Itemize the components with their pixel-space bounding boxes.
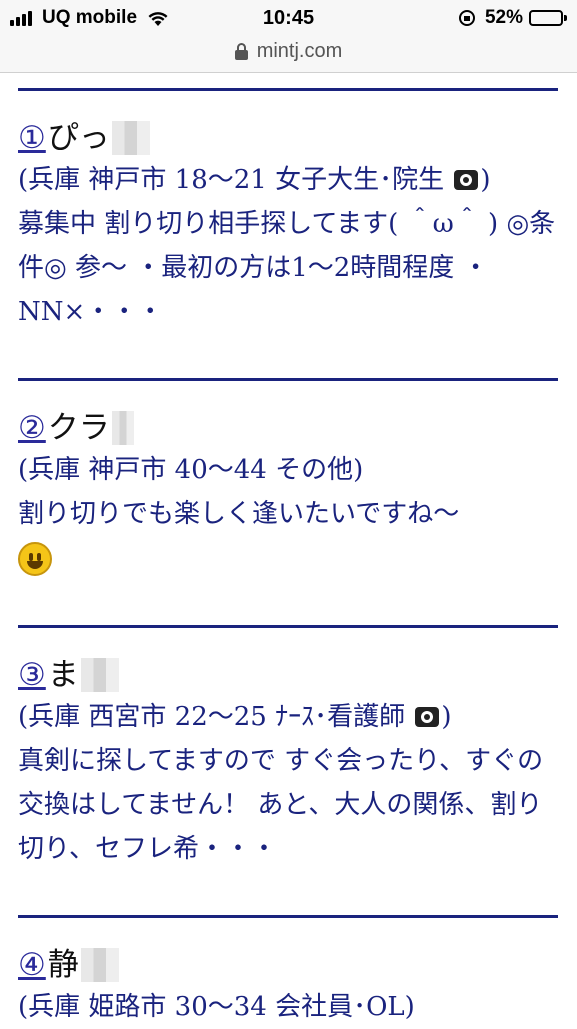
list-item[interactable]: ① ぴっ (兵庫 神戸市 18〜21 女子大生･院生 ) 募集中 割り切り相手探…	[18, 118, 563, 334]
post-info: (兵庫 西宮市 22〜25 ﾅｰｽ･看護師 )	[18, 702, 452, 732]
status-right: 52%	[458, 7, 567, 29]
post-message: 割り切りでも楽しく逢いたいですね〜	[18, 492, 563, 580]
post-number-link[interactable]: ②	[18, 408, 46, 448]
list-item[interactable]: ③ ま (兵庫 西宮市 22〜25 ﾅｰｽ･看護師 ) 真剣に探してますので す…	[18, 655, 563, 871]
post-name: ま	[47, 657, 79, 693]
post-name: 静	[47, 947, 79, 983]
camera-icon	[454, 170, 479, 190]
post-message: 募集中 割り切り相手探してます( ＾ω＾ ) ◎条件◎ 参〜 ・最初の方は1〜2…	[18, 209, 556, 327]
post-number-link[interactable]: ④	[18, 945, 46, 985]
url-text[interactable]: mintj.com	[257, 39, 343, 63]
post-name: クラ	[47, 410, 110, 446]
divider	[18, 625, 558, 628]
smiley-icon	[18, 542, 52, 576]
blurred-name	[111, 121, 150, 155]
post-message: 真剣に探してますので すぐ会ったり、すぐの交換はしてません！ あと、大人の関係、…	[18, 746, 544, 864]
list-item[interactable]: ④ 静 (兵庫 姫路市 30〜34 会社員･OL)	[18, 945, 563, 1029]
divider	[18, 915, 558, 918]
post-info: (兵庫 姫路市 30〜34 会社員･OL)	[18, 992, 415, 1022]
post-info: (兵庫 神戸市 40〜44 その他)	[18, 455, 364, 485]
post-title: ② クラ	[18, 408, 563, 448]
divider	[18, 88, 558, 91]
list-item[interactable]: ② クラ (兵庫 神戸市 40〜44 その他) 割り切りでも楽しく逢いたいですね…	[18, 408, 563, 580]
post-title: ① ぴっ	[18, 118, 563, 158]
blurred-name	[80, 658, 119, 692]
blurred-name	[80, 948, 119, 982]
battery-percent: 52%	[484, 7, 523, 28]
post-number-link[interactable]: ①	[18, 118, 46, 158]
post-name: ぴっ	[47, 120, 110, 156]
post-info: (兵庫 神戸市 18〜21 女子大生･院生 )	[18, 165, 491, 195]
post-number-link[interactable]: ③	[18, 655, 46, 695]
post-title: ③ ま	[18, 655, 563, 695]
camera-icon	[415, 707, 440, 727]
status-bar: UQ mobile 10:45 52%	[0, 0, 577, 38]
address-bar[interactable]: mintj.com	[0, 38, 577, 73]
post-title: ④ 静	[18, 945, 563, 985]
blurred-name	[111, 411, 134, 445]
rotation-lock-icon	[458, 10, 475, 26]
battery-icon	[529, 10, 567, 26]
divider	[18, 378, 558, 381]
lock-icon	[234, 42, 248, 60]
